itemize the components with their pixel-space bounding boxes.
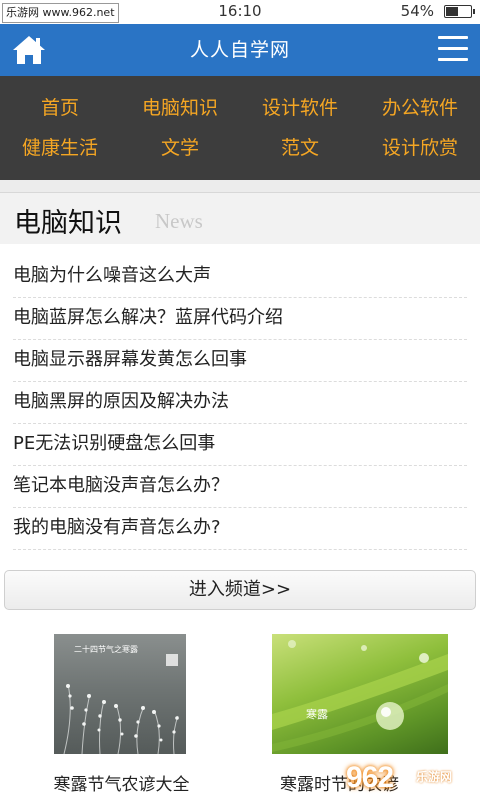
app-header: 人人自学网 — [0, 24, 480, 76]
article-list: 电脑为什么噪音这么大声 电脑蓝屏怎么解决？蓝屏代码介绍 电脑显示器屏幕发黄怎么回… — [13, 256, 467, 550]
nav-item-design-appreciation[interactable]: 设计欣赏 — [360, 128, 480, 168]
section-header: 电脑知识 News — [0, 192, 480, 244]
nav-row: 首页 电脑知识 设计软件 办公软件 — [0, 88, 480, 128]
thumbnail-card[interactable]: 二十四节气之寒露 寒露节气农谚大全 — [54, 634, 190, 795]
site-watermark-logo: 962 乐游网 — [346, 758, 476, 798]
menu-icon[interactable] — [438, 36, 468, 64]
thumbnail-image[interactable]: 寒露 — [272, 634, 448, 754]
nav-item-office-software[interactable]: 办公软件 — [360, 88, 480, 128]
nav-item-sample-essays[interactable]: 范文 — [240, 128, 360, 168]
nav-item-literature[interactable]: 文学 — [120, 128, 240, 168]
watermark-main: 962 — [346, 761, 394, 794]
nav-row: 健康生活 文学 范文 设计欣赏 — [0, 128, 480, 168]
watermark-sub: 乐游网 — [416, 770, 453, 784]
nav-item-design-software[interactable]: 设计软件 — [240, 88, 360, 128]
article-link[interactable]: 笔记本电脑没声音怎么办？ — [13, 466, 467, 508]
article-link[interactable]: 我的电脑没有声音怎么办? — [13, 508, 467, 550]
enter-channel-button[interactable]: 进入频道>> — [4, 570, 476, 610]
nav-item-healthy-living[interactable]: 健康生活 — [0, 128, 120, 168]
thumbnail-card[interactable]: 寒露 寒露时节的农谚 — [272, 634, 448, 795]
app-title: 人人自学网 — [189, 39, 290, 61]
category-nav: 首页 电脑知识 设计软件 办公软件 健康生活 文学 范文 设计欣赏 — [0, 76, 480, 180]
section-subtitle: News — [155, 209, 203, 233]
nav-item-home[interactable]: 首页 — [0, 88, 120, 128]
section-divider — [0, 180, 480, 192]
section-title: 电脑知识 — [14, 208, 122, 239]
thumbnail-image[interactable]: 二十四节气之寒露 — [54, 634, 186, 754]
article-link[interactable]: 电脑显示器屏幕发黄怎么回事 — [13, 340, 467, 382]
battery-percent: 54% — [400, 2, 434, 20]
article-link[interactable]: PE无法识别硬盘怎么回事 — [13, 424, 467, 466]
thumbnail-image-text: 二十四节气之寒露 — [74, 645, 138, 654]
status-bar: 乐游网 www.962.net 16:10 54% — [0, 0, 480, 24]
article-link[interactable]: 电脑黑屏的原因及解决办法 — [13, 382, 467, 424]
article-link[interactable]: 电脑蓝屏怎么解决？蓝屏代码介绍 — [13, 298, 467, 340]
thumbnail-image-text: 寒露 — [306, 708, 328, 721]
article-link[interactable]: 电脑为什么噪音这么大声 — [13, 256, 467, 298]
thumbnail-caption[interactable]: 寒露节气农谚大全 — [14, 770, 229, 795]
battery-fill — [446, 7, 459, 16]
battery-icon — [444, 5, 475, 18]
nav-item-computer-knowledge[interactable]: 电脑知识 — [120, 88, 240, 128]
home-icon[interactable] — [12, 34, 46, 66]
